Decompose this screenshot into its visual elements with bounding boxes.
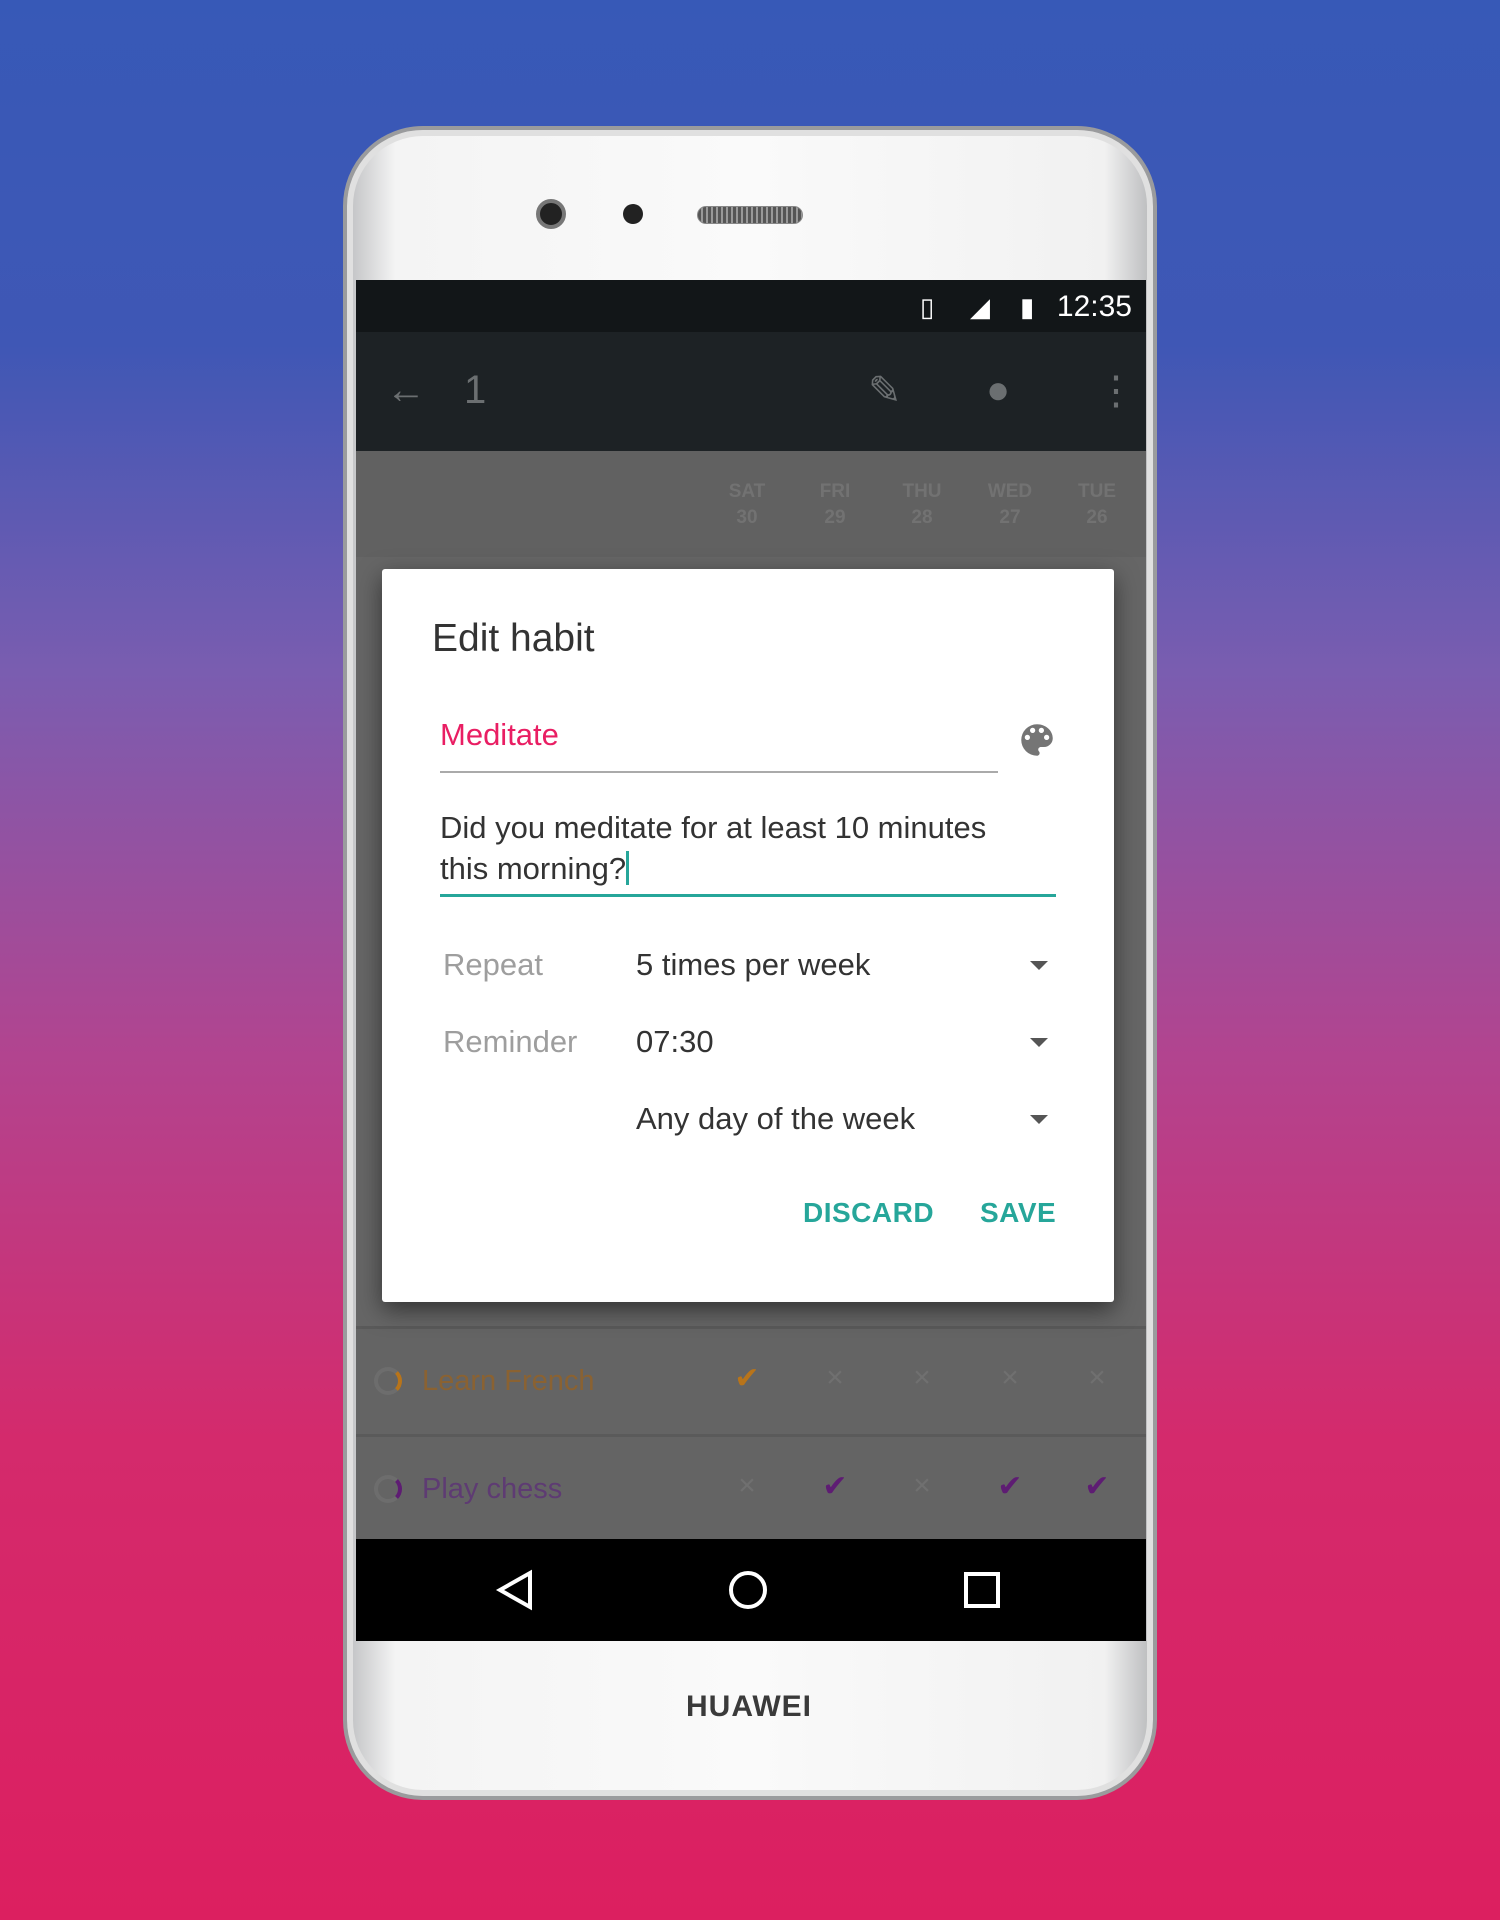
sensor [623,204,643,224]
front-camera [536,199,566,229]
dialog-title: Edit habit [432,617,595,660]
progress-ring-icon [374,1475,402,1503]
day-col: TUE 26 [1078,481,1116,528]
signal-3g-icon: ◢ [970,292,990,322]
clock: 12:35 [1056,290,1132,323]
x-icon[interactable]: × [815,1361,855,1395]
progress-ring-icon [374,1367,402,1395]
day-col: FRI 29 [819,481,851,528]
screen: ▯ ◢ ▮ 12:35 ← 1 ✎ ● ⋮ SAT 30 FRI 29 THU 28 … [356,280,1146,1641]
recents-icon[interactable] [961,1569,1003,1611]
status-bar: ▯ ◢ ▮ 12:35 [356,280,1146,332]
x-icon[interactable]: × [727,1469,767,1503]
question-input[interactable]: Did you meditate for at least 10 minutes… [440,807,1056,897]
x-icon[interactable]: × [990,1361,1030,1395]
palette-icon[interactable]: ● [986,368,1010,413]
repeat-label: Repeat [443,947,543,982]
back-icon[interactable] [494,1569,536,1611]
toolbar: ← 1 ✎ ● ⋮ [356,332,1146,451]
habit-row[interactable]: Play chess × ✔ × ✔ ✔ [356,1434,1146,1539]
save-button[interactable]: SAVE [980,1197,1056,1229]
day-header: SAT 30 FRI 29 THU 28 WED 27 TUE 26 [356,451,1146,557]
edit-habit-dialog: Edit habit Meditate Did you meditate for… [382,569,1114,1302]
x-icon[interactable]: × [902,1469,942,1503]
check-icon[interactable]: ✔ [990,1469,1030,1504]
home-icon[interactable] [727,1569,769,1611]
reminder-time-dropdown[interactable]: 07:30 [636,1024,714,1060]
navigation-bar [356,1539,1146,1641]
x-icon[interactable]: × [902,1361,942,1395]
text-cursor [626,851,630,885]
palette-icon[interactable] [1016,719,1058,761]
brand-logo: HUAWEI [686,1690,812,1723]
check-icon[interactable]: ✔ [815,1469,855,1504]
toolbar-title: 1 [464,368,487,412]
habit-row[interactable]: Learn French ✔ × × × × [356,1326,1146,1434]
x-icon[interactable]: × [1077,1361,1117,1395]
reminder-label: Reminder [443,1024,578,1059]
back-arrow-icon[interactable]: ← [386,368,426,413]
repeat-dropdown[interactable]: 5 times per week [636,947,870,983]
pencil-icon[interactable]: ✎ [868,368,902,414]
dropdown-arrow-icon[interactable] [1030,1038,1048,1047]
dropdown-arrow-icon[interactable] [1030,1115,1048,1124]
discard-button[interactable]: DISCARD [803,1197,934,1229]
dropdown-arrow-icon[interactable] [1030,961,1048,970]
check-icon[interactable]: ✔ [727,1361,767,1396]
check-icon[interactable]: ✔ [1077,1469,1117,1504]
habit-name-input[interactable]: Meditate [440,717,998,773]
vibrate-icon: ▯ [920,292,935,322]
more-vert-icon[interactable]: ⋮ [1096,368,1136,414]
day-col: THU 28 [902,481,942,528]
day-col: WED 27 [987,481,1033,528]
earpiece-speaker [697,206,803,224]
day-col: SAT 30 [728,481,766,528]
battery-icon: ▮ [1020,292,1035,322]
reminder-days-dropdown[interactable]: Any day of the week [636,1101,915,1137]
